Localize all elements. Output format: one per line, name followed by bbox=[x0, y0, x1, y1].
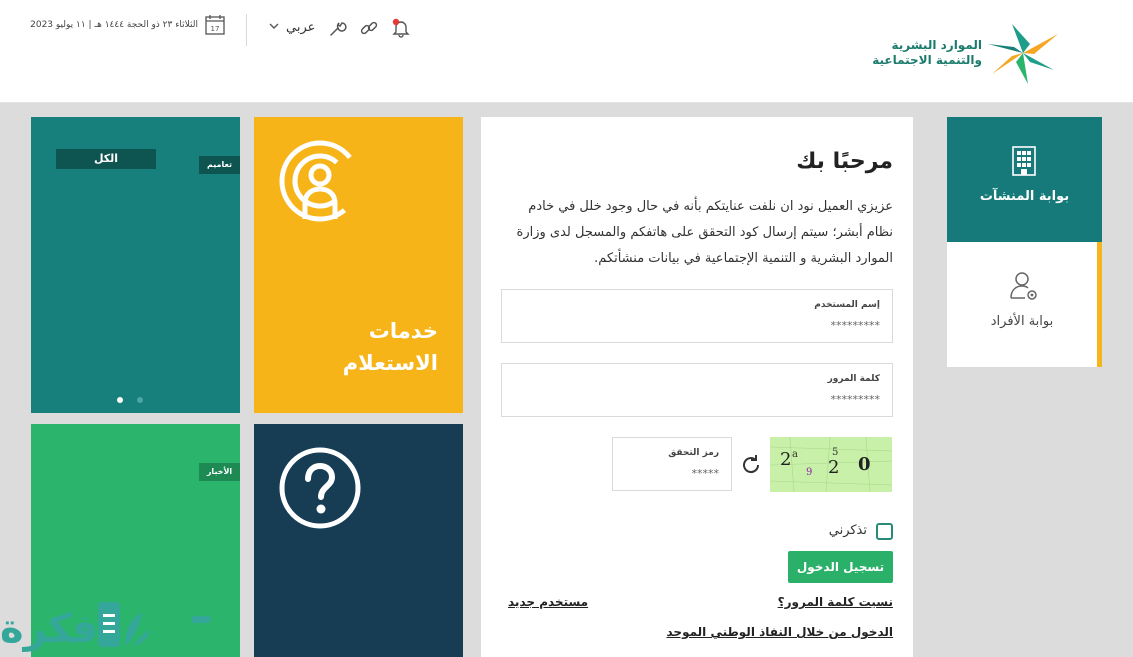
username-label: إسم المستخدم bbox=[814, 300, 880, 310]
refresh-icon[interactable] bbox=[739, 453, 763, 477]
captcha-char-4: 2 bbox=[828, 457, 839, 478]
date-text: الثلاثاء ٢٣ ذو الحجة ١٤٤٤ هـ | ١١ يوليو … bbox=[30, 20, 198, 30]
login-notice: عزيزي العميل نود ان نلفت عنايتكم بأنه في… bbox=[516, 199, 893, 266]
chevron-down-icon bbox=[269, 23, 279, 29]
language-label: عربي bbox=[286, 20, 316, 35]
portal-individuals[interactable]: بوابة الأفراد bbox=[947, 242, 1102, 367]
portal-individuals-label: بوابة الأفراد bbox=[990, 314, 1054, 329]
inquiry-title-line-2: الاستعلام bbox=[342, 351, 438, 375]
logo-mark-icon bbox=[988, 24, 1058, 84]
wrench-icon[interactable] bbox=[328, 18, 348, 38]
remember-label: تذكرني bbox=[828, 523, 867, 538]
building-icon bbox=[1012, 146, 1036, 176]
username-field[interactable]: إسم المستخدم bbox=[501, 289, 893, 343]
portal-establishments[interactable]: بوابة المنشآت bbox=[947, 117, 1102, 242]
circulars-tile: الكل تعاميم bbox=[31, 117, 240, 413]
nafath-login-link[interactable]: الدخول من خلال النفاذ الوطني الموحد bbox=[667, 625, 894, 639]
calendar-day: 17 bbox=[211, 25, 220, 33]
site-watermark: فكرة bbox=[0, 602, 210, 652]
remember-checkbox[interactable] bbox=[876, 523, 893, 540]
captcha-char-1: 2 bbox=[780, 449, 791, 470]
logo-text: الموارد البشرية والتنمية الاجتماعية bbox=[862, 38, 982, 68]
password-input[interactable] bbox=[514, 390, 880, 408]
ministry-logo[interactable]: الموارد البشرية والتنمية الاجتماعية bbox=[862, 18, 1062, 88]
logo-line-2: والتنمية الاجتماعية bbox=[872, 53, 982, 67]
remember-me: تذكرني bbox=[793, 522, 893, 542]
news-tag[interactable]: الأخبار bbox=[199, 463, 240, 481]
login-button[interactable]: تسجيل الدخول bbox=[788, 551, 893, 583]
help-tile[interactable] bbox=[254, 424, 463, 657]
language-selector[interactable]: عربي bbox=[268, 17, 318, 37]
captcha-char-5: 5 bbox=[832, 447, 838, 458]
username-input[interactable] bbox=[514, 316, 880, 334]
captcha-image: 2 a 9 2 5 0 bbox=[770, 437, 892, 492]
password-field[interactable]: كلمة المرور bbox=[501, 363, 893, 417]
broadcast-user-icon bbox=[279, 140, 361, 222]
portal-selector: بوابة المنشآت بوابة الأفراد bbox=[947, 117, 1102, 367]
login-card: مرحبًا بك عزيزي العميل نود ان نلفت عنايت… bbox=[481, 117, 913, 657]
date-display: الثلاثاء ٢٣ ذو الحجة ١٤٤٤ هـ | ١١ يوليو … bbox=[30, 14, 226, 40]
captcha-input[interactable] bbox=[625, 464, 719, 482]
watermark-text: فكرة bbox=[0, 606, 98, 652]
top-header: الموارد البشرية والتنمية الاجتماعية الثل… bbox=[0, 0, 1133, 103]
link-icon[interactable] bbox=[359, 18, 379, 38]
captcha-label: رمز التحقق bbox=[668, 448, 719, 458]
question-icon bbox=[279, 447, 361, 529]
calendar-icon: 17 bbox=[205, 15, 225, 35]
captcha-char-6: 0 bbox=[858, 454, 871, 475]
tab-all[interactable]: الكل bbox=[56, 149, 156, 169]
new-user-link[interactable]: مستخدم جديد bbox=[508, 595, 588, 609]
captcha-char-2: a bbox=[792, 449, 798, 460]
welcome-title: مرحبًا بك bbox=[796, 149, 893, 174]
inquiry-title-line-1: خدمات bbox=[368, 319, 438, 343]
user-settings-icon bbox=[1010, 272, 1037, 300]
bell-icon[interactable] bbox=[391, 18, 411, 38]
password-label: كلمة المرور bbox=[827, 374, 880, 384]
inquiry-services-title: خدمات الاستعلام bbox=[278, 315, 438, 379]
logo-line-1: الموارد البشرية bbox=[891, 38, 982, 52]
header-separator bbox=[246, 14, 247, 46]
circulars-tag[interactable]: تعاميم bbox=[199, 156, 240, 174]
carousel-dot[interactable] bbox=[137, 397, 143, 403]
portal-establishments-label: بوابة المنشآت bbox=[979, 189, 1070, 204]
forgot-password-link[interactable]: نسيت كلمة المرور؟ bbox=[778, 595, 893, 609]
carousel-dot-active[interactable] bbox=[117, 397, 123, 403]
captcha-field[interactable]: رمز التحقق bbox=[612, 437, 732, 491]
inquiry-services-tile[interactable]: خدمات الاستعلام bbox=[254, 117, 463, 413]
captcha-char-3: 9 bbox=[806, 467, 812, 478]
